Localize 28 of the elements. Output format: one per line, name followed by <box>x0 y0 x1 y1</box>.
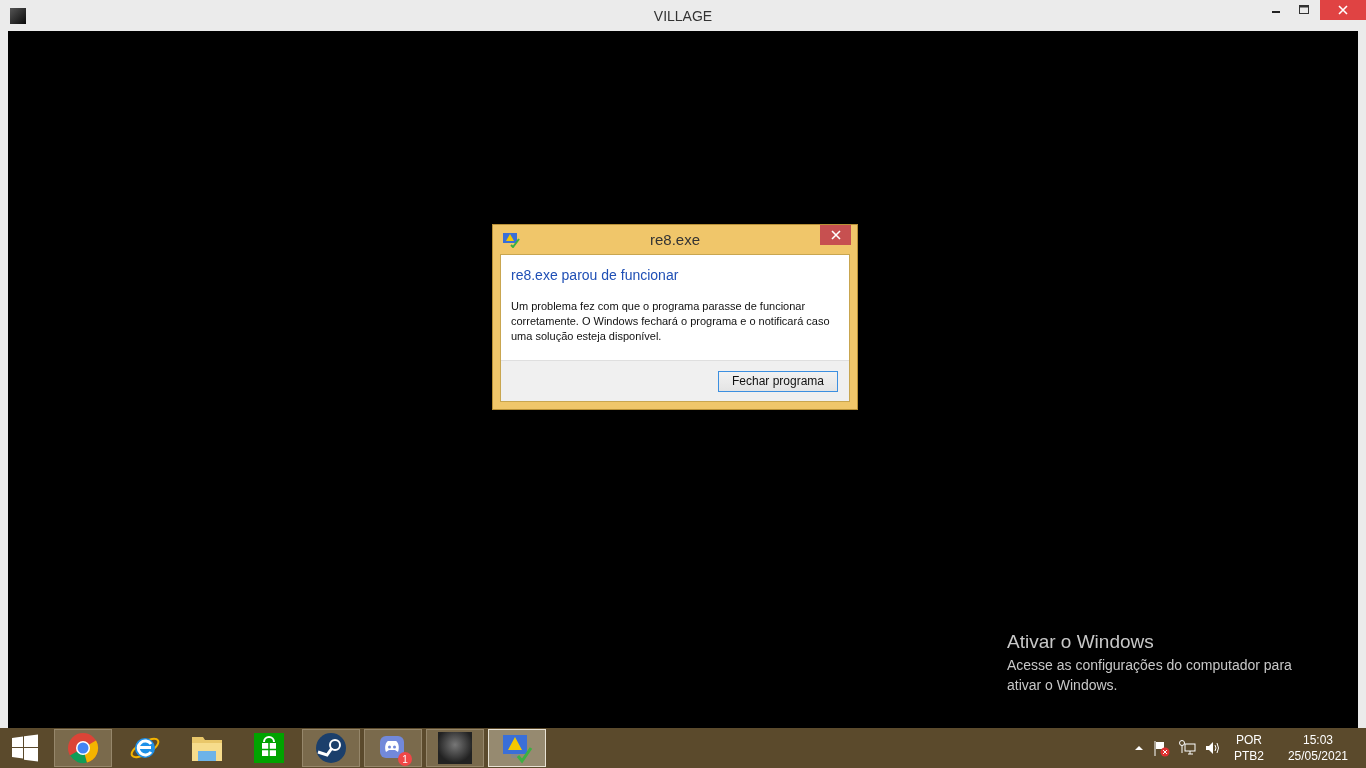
game-app-icon <box>10 7 26 24</box>
browser-icon <box>67 732 99 764</box>
flag-error-icon[interactable] <box>1151 739 1170 757</box>
close-program-button[interactable]: Fechar programa <box>718 370 838 392</box>
taskbar-app-button[interactable]: 1 <box>364 729 422 767</box>
show-hidden-icons-icon[interactable] <box>1133 744 1144 752</box>
activation-message: Acesse as configurações do computador para ativar o Windows. <box>1007 656 1293 695</box>
taskbar-app-button[interactable] <box>302 729 360 767</box>
steam-icon <box>315 732 347 764</box>
language-indicator[interactable]: POR PTB2 <box>1229 732 1268 764</box>
clock[interactable]: 15:03 25/05/2021 <box>1283 732 1352 764</box>
notification-badge: 1 <box>398 752 412 766</box>
monitor-warning-icon <box>501 732 533 764</box>
taskbar-app-button[interactable] <box>426 729 484 767</box>
shopping-bag-icon <box>254 733 284 763</box>
dialog-message: Um problema fez com que o programa parasse de funcionar corretamente. O Windows fechará o programa e o notificará caso uma solução esteja disponível. <box>511 299 831 344</box>
network-icon[interactable] <box>1177 739 1196 757</box>
maximize-icon <box>1299 5 1309 15</box>
dialog-heading: re8.exe parou de funcionar <box>511 267 680 283</box>
windows-logo-icon <box>11 734 39 762</box>
close-icon <box>830 230 841 240</box>
close-button[interactable] <box>820 225 851 245</box>
monitor-warning-icon <box>502 231 520 248</box>
window-title: VILLAGE <box>652 7 714 24</box>
activation-title: Ativar o Windows <box>1007 631 1155 653</box>
dialog-title: re8.exe <box>648 231 701 248</box>
close-icon <box>1338 5 1348 15</box>
game-thumbnail <box>438 732 472 764</box>
